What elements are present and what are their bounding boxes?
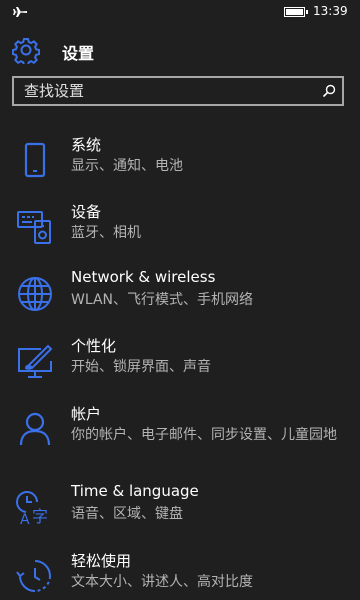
item-title: 个性化: [71, 337, 117, 355]
person-icon: [19, 412, 51, 446]
battery-tip: [306, 10, 308, 14]
settings-item-system[interactable]: 系统 显示、通知、电池: [0, 134, 360, 184]
item-subtitle: 你的帐户、电子邮件、同步设置、儿童园地: [71, 427, 337, 443]
battery-icon: [284, 7, 308, 17]
item-title: 系统: [71, 136, 102, 154]
svg-text:A: A: [20, 512, 30, 528]
gear-icon: [12, 38, 40, 64]
item-title: Time & language: [71, 482, 199, 500]
settings-item-time-language[interactable]: A 字 Time & language 语音、区域、键盘: [0, 482, 360, 532]
settings-item-personalization[interactable]: 个性化 开始、锁屏界面、声音: [0, 335, 360, 385]
settings-item-ease-of-access[interactable]: 轻松使用 文本大小、讲述人、高对比度: [0, 550, 360, 600]
item-subtitle: 语音、区域、键盘: [71, 506, 183, 522]
search-input[interactable]: [14, 78, 304, 104]
item-subtitle: 显示、通知、电池: [71, 158, 183, 174]
search-box[interactable]: [12, 76, 344, 106]
ease-of-access-icon: [16, 560, 51, 592]
globe-icon: [18, 277, 52, 311]
devices-icon: [17, 211, 51, 244]
page-header: 设置: [0, 34, 360, 66]
battery-level: [286, 9, 303, 15]
phone-icon: [24, 142, 46, 178]
settings-item-network[interactable]: Network & wireless WLAN、飞行模式、手机网络: [0, 268, 360, 318]
item-title: 设备: [71, 203, 102, 221]
item-title: 轻松使用: [71, 552, 132, 570]
settings-item-devices[interactable]: 设备 蓝牙、相机: [0, 201, 360, 251]
svg-text:字: 字: [32, 507, 48, 526]
settings-item-accounts[interactable]: 帐户 你的帐户、电子邮件、同步设置、儿童园地: [0, 403, 360, 467]
personalization-icon: [18, 344, 53, 378]
item-subtitle: 文本大小、讲述人、高对比度: [71, 574, 253, 590]
time-language-icon: A 字: [16, 491, 48, 528]
search-icon[interactable]: [322, 84, 336, 98]
item-subtitle: 蓝牙、相机: [71, 225, 141, 241]
item-title: 帐户: [71, 405, 102, 423]
item-subtitle: WLAN、飞行模式、手机网络: [71, 292, 254, 308]
airplane-icon: [13, 7, 27, 17]
clock: 13:39: [313, 4, 348, 18]
item-subtitle: 开始、锁屏界面、声音: [71, 359, 211, 375]
page-title: 设置: [62, 44, 95, 63]
status-bar: 13:39: [0, 0, 360, 24]
item-title: Network & wireless: [71, 268, 216, 286]
